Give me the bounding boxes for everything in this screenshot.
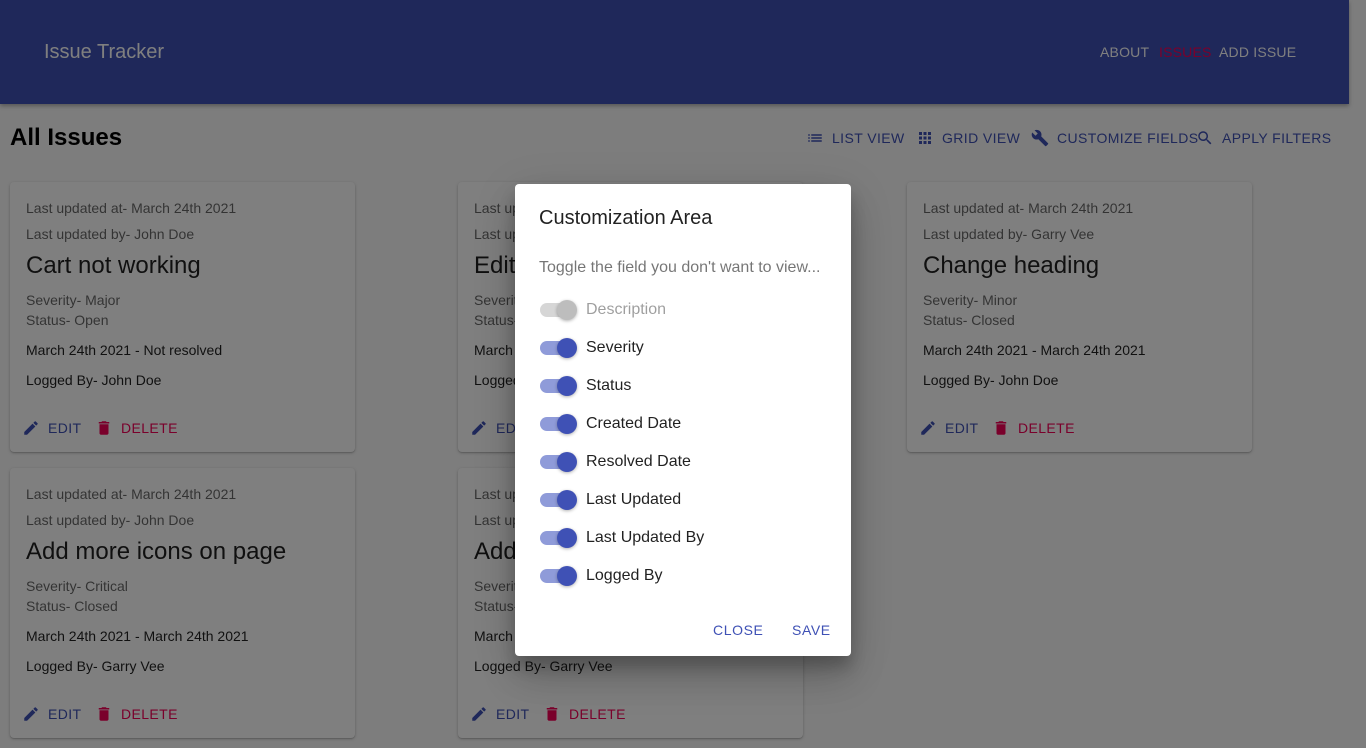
dialog-description: Toggle the field you don't want to view.…: [539, 259, 821, 276]
toggle-switch[interactable]: [539, 412, 577, 436]
close-button[interactable]: CLOSE: [713, 622, 763, 638]
toggle-label: Last Updated By: [586, 529, 705, 546]
toggle-created-date[interactable]: Created Date: [539, 412, 681, 436]
customization-dialog: Customization Area Toggle the field you …: [515, 184, 851, 656]
toggle-switch[interactable]: [539, 374, 577, 398]
toggle-label: Severity: [586, 339, 644, 356]
toggle-description: Description: [539, 298, 666, 322]
toggle-label: Last Updated: [586, 491, 682, 508]
dialog-title: Customization Area: [539, 207, 713, 229]
toggle-switch[interactable]: [539, 526, 577, 550]
save-button[interactable]: SAVE: [792, 622, 831, 638]
toggle-switch: [539, 298, 577, 322]
toggle-switch[interactable]: [539, 564, 577, 588]
toggle-label: Resolved Date: [586, 453, 691, 470]
toggle-label: Logged By: [586, 567, 663, 584]
toggle-label: Created Date: [586, 415, 682, 432]
toggle-switch[interactable]: [539, 488, 577, 512]
toggle-resolved-date[interactable]: Resolved Date: [539, 450, 691, 474]
toggle-label: Status: [586, 377, 632, 394]
toggle-last-updated-by[interactable]: Last Updated By: [539, 526, 704, 550]
toggle-severity[interactable]: Severity: [539, 336, 644, 360]
toggle-status[interactable]: Status: [539, 374, 631, 398]
toggle-label: Description: [586, 301, 667, 318]
toggle-logged-by[interactable]: Logged By: [539, 564, 663, 588]
toggle-switch[interactable]: [539, 450, 577, 474]
toggle-last-updated[interactable]: Last Updated: [539, 488, 681, 512]
toggle-switch[interactable]: [539, 336, 577, 360]
